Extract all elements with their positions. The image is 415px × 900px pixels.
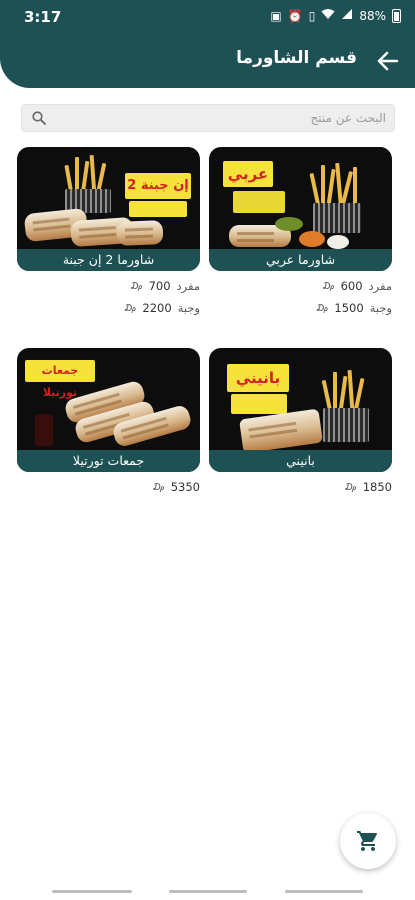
cart-button[interactable] <box>340 813 396 869</box>
vibrate-icon: ▯ <box>308 8 316 23</box>
nav-recent-apps[interactable] <box>52 890 132 893</box>
currency-icon: ₯ <box>151 481 165 493</box>
sauce-cup <box>299 231 325 247</box>
currency-icon: ₯ <box>123 302 137 314</box>
wifi-icon <box>321 8 335 23</box>
basket-decoration <box>313 203 361 233</box>
price-value: 700 <box>148 279 171 293</box>
price-row: 1850 ₯ <box>209 478 392 499</box>
price-row: 5350 ₯ <box>17 478 200 499</box>
search-input[interactable] <box>66 105 386 131</box>
badge-stripe <box>129 201 187 217</box>
price-row: مفرد 600 ₯ <box>209 277 392 298</box>
shopping-cart-icon <box>357 831 377 851</box>
currency-icon: ₯ <box>321 280 335 292</box>
battery-icon <box>392 8 401 23</box>
price-label: وجبة <box>369 301 392 315</box>
price-row: وجبة 2200 ₯ <box>17 299 200 320</box>
product-image-badge: جمعات تورتيلا <box>25 360 95 399</box>
price-label: مفرد <box>176 279 200 293</box>
status-icons: ▣ ⏰ ▯ 88% <box>270 8 401 23</box>
photo-notification-icon: ▣ <box>270 8 282 23</box>
currency-icon: ₯ <box>315 302 329 314</box>
currency-icon: ₯ <box>129 280 143 292</box>
product-name: جمعات تورتيلا <box>17 450 200 472</box>
search-box[interactable] <box>21 104 395 132</box>
price-value: 600 <box>340 279 363 293</box>
arrow-back-icon <box>377 51 399 71</box>
price-label: وجبة <box>177 301 200 315</box>
product-image-badge: 2 إن جبنة <box>125 173 191 199</box>
price-row: وجبة 1500 ₯ <box>209 299 392 320</box>
app-header: قسم الشاورما <box>0 34 415 88</box>
product-image[interactable]: عربي شاورما عربي <box>209 147 392 271</box>
product-image-badge: عربي <box>223 161 273 187</box>
product-name: بانيني <box>209 450 392 472</box>
badge-stripe <box>231 394 287 414</box>
price-label: مفرد <box>368 279 392 293</box>
price-row: مفرد 700 ₯ <box>17 277 200 298</box>
nav-home[interactable] <box>169 890 247 893</box>
product-card-tortilla[interactable]: جمعات تورتيلا جمعات تورتيلا 5350 ₯ <box>17 348 200 499</box>
price-value: 1850 <box>362 480 392 494</box>
panini-decoration <box>239 408 323 454</box>
badge-stripe <box>233 191 285 213</box>
product-card-panini[interactable]: بانيني بانيني 1850 ₯ <box>209 348 392 499</box>
basket-decoration <box>323 408 369 442</box>
nav-back[interactable] <box>285 890 363 893</box>
pickles <box>275 217 303 231</box>
product-card-shawarma-cheese[interactable]: 2 إن جبنة شاورما 2 إن جبنة مفرد 700 ₯ وج… <box>17 147 200 320</box>
currency-icon: ₯ <box>343 481 357 493</box>
sauce-cup <box>327 235 349 249</box>
product-image[interactable]: بانيني بانيني <box>209 348 392 472</box>
status-bar: 3:17 ▣ ⏰ ▯ 88% <box>0 0 415 34</box>
status-time: 3:17 <box>24 8 62 26</box>
product-name: شاورما عربي <box>209 249 392 271</box>
product-card-shawarma-arabi[interactable]: عربي شاورما عربي مفرد 600 ₯ وجبة 1500 ₯ <box>209 147 392 320</box>
soda-bottle-decoration <box>35 414 53 446</box>
page-title: قسم الشاورما <box>236 48 357 68</box>
product-image-badge: بانيني <box>227 364 289 392</box>
search-icon[interactable] <box>32 111 46 125</box>
product-image[interactable]: 2 إن جبنة شاورما 2 إن جبنة <box>17 147 200 271</box>
price-value: 1500 <box>334 301 364 315</box>
battery-percent: 88% <box>359 8 386 23</box>
product-name: شاورما 2 إن جبنة <box>17 249 200 271</box>
back-button[interactable] <box>375 48 401 74</box>
product-image[interactable]: جمعات تورتيلا جمعات تورتيلا <box>17 348 200 472</box>
price-value: 2200 <box>142 301 172 315</box>
sandwich-decoration <box>116 220 164 246</box>
alarm-icon: ⏰ <box>287 8 303 23</box>
signal-icon <box>341 8 353 23</box>
price-value: 5350 <box>170 480 200 494</box>
